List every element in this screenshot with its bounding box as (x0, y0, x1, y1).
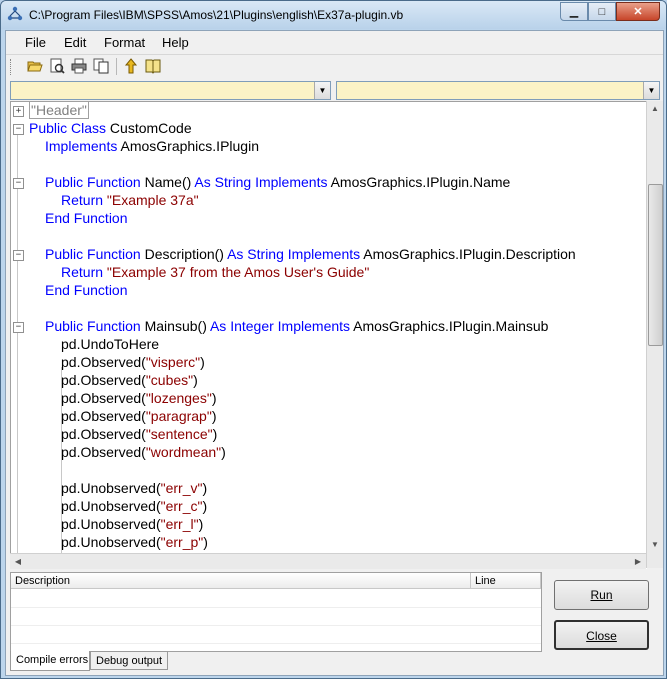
scroll-up-icon[interactable]: ▲ (647, 101, 663, 117)
scroll-right-icon[interactable]: ▶ (630, 554, 646, 569)
run-button-label: Run (590, 588, 613, 602)
code-line: Public Function Description() As String … (45, 246, 576, 262)
code-line: Return "Example 37 from the Amos User's … (61, 264, 370, 280)
toolbar-grip[interactable] (10, 59, 13, 75)
close-button[interactable]: Close (554, 620, 649, 650)
code-line: Public Function Mainsub() As Integer Imp… (45, 318, 549, 334)
code-line: pd.Unobserved("err_l") (61, 516, 204, 532)
collapse-icon[interactable]: − (13, 250, 24, 261)
close-window-button[interactable]: ✕ (616, 2, 660, 21)
menu-help[interactable]: Help (162, 35, 189, 50)
scroll-down-icon[interactable]: ▼ (647, 537, 663, 553)
vertical-scrollbar[interactable]: ▲ ▼ (646, 101, 663, 568)
title-bar[interactable]: C:\Program Files\IBM\SPSS\Amos\21\Plugin… (1, 1, 666, 29)
collapse-icon[interactable]: − (13, 124, 24, 135)
chevron-down-icon[interactable]: ▼ (643, 82, 659, 99)
close-icon: ✕ (633, 6, 643, 18)
print-preview-icon[interactable] (48, 57, 66, 75)
collapse-icon[interactable]: − (13, 178, 24, 189)
copy-icon[interactable] (92, 57, 110, 75)
code-line: Public Function Name() As String Impleme… (45, 174, 511, 190)
code-line: pd.Observed("paragrap") (61, 408, 217, 424)
close-button-label: Close (586, 629, 617, 643)
client-area: File Edit Format Help ▼ ▼ + "Header" − P… (5, 30, 664, 676)
object-combo[interactable]: ▼ (10, 81, 331, 100)
grid-line (11, 607, 541, 608)
scroll-left-icon[interactable]: ◀ (10, 554, 26, 569)
code-line: End Function (45, 282, 128, 298)
open-icon[interactable] (26, 57, 44, 75)
maximize-button[interactable]: □ (588, 2, 616, 21)
compile-errors-list[interactable]: Description Line (10, 572, 542, 652)
menu-edit[interactable]: Edit (64, 35, 86, 50)
chevron-down-icon[interactable]: ▼ (314, 82, 330, 99)
toolbar (6, 54, 663, 79)
code-line: pd.Observed("cubes") (61, 372, 198, 388)
code-editor[interactable]: + "Header" − Public Class CustomCode Imp… (10, 101, 647, 569)
code-line: Public Class CustomCode (29, 120, 192, 136)
code-line: Return "Example 37a" (61, 192, 199, 208)
run-button[interactable]: Run (554, 580, 649, 610)
up-icon[interactable] (122, 57, 140, 75)
menu-format[interactable]: Format (104, 35, 145, 50)
code-line: pd.Unobserved("err_p") (61, 534, 208, 550)
menu-file[interactable]: File (25, 35, 46, 50)
horizontal-scrollbar[interactable]: ◀ ▶ (10, 553, 646, 569)
code-line-header: "Header" (29, 102, 89, 119)
collapse-icon[interactable]: − (13, 322, 24, 333)
grid-line (11, 643, 541, 644)
code-line: pd.UndoToHere (61, 336, 160, 352)
grid-line (11, 625, 541, 626)
code-line: End Function (45, 210, 128, 226)
scrollbar-thumb[interactable] (648, 184, 663, 346)
amos-app-icon (7, 6, 23, 21)
maximize-icon: □ (598, 5, 606, 18)
code-line: pd.Observed("wordmean") (61, 444, 226, 460)
help-book-icon[interactable] (144, 57, 162, 75)
code-line: pd.Unobserved("err_v") (61, 480, 208, 496)
code-line: Implements AmosGraphics.IPlugin (45, 138, 259, 154)
tab-debug-output[interactable]: Debug output (90, 651, 168, 670)
code-line: pd.Observed("visperc") (61, 354, 205, 370)
column-header-description[interactable]: Description (11, 573, 471, 589)
code-line: pd.Observed("lozenges") (61, 390, 217, 406)
procedure-combo[interactable]: ▼ (336, 81, 660, 100)
minimize-icon: ▁ (569, 6, 579, 18)
tab-compile-errors[interactable]: Compile errors (10, 651, 90, 671)
code-line: pd.Observed("sentence") (61, 426, 218, 442)
print-icon[interactable] (70, 57, 88, 75)
plugin-editor-window: C:\Program Files\IBM\SPSS\Amos\21\Plugin… (0, 0, 667, 679)
code-line: pd.Unobserved("err_c") (61, 498, 208, 514)
column-header-line[interactable]: Line (471, 573, 541, 589)
minimize-button[interactable]: ▁ (560, 2, 588, 21)
expand-icon[interactable]: + (13, 106, 24, 117)
collapsed-region-header[interactable]: "Header" (29, 102, 89, 119)
window-title: C:\Program Files\IBM\SPSS\Amos\21\Plugin… (29, 8, 404, 22)
menu-bar: File Edit Format Help (6, 31, 663, 53)
toolbar-separator (116, 58, 117, 75)
fold-guide (17, 132, 18, 569)
